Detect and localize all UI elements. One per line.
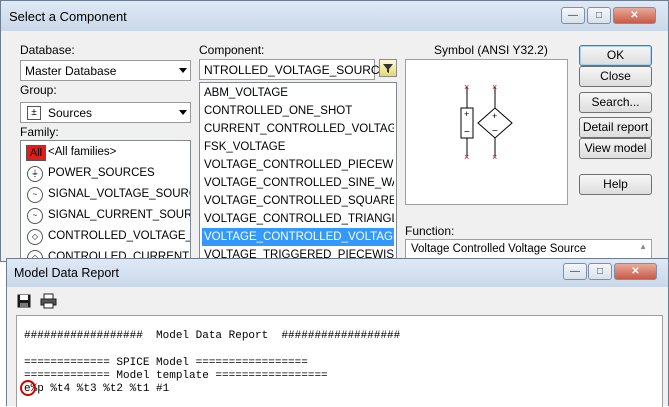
vcvs-symbol-icon: + − × × + − × × (460, 82, 513, 162)
family-item[interactable]: ~ SIGNAL_VOLTAGE_SOURCES (23, 185, 190, 206)
component-item[interactable]: VOLTAGE_CONTROLLED_PIECEWISE_LI (202, 156, 394, 174)
filter-icon (383, 64, 393, 73)
help-button[interactable]: Help (579, 174, 652, 195)
component-item[interactable]: FSK_VOLTAGE (202, 138, 394, 156)
family-item-label: CONTROLLED_VOLTAGE_SOU (48, 230, 190, 242)
svg-text:+: + (492, 111, 497, 121)
print-icon[interactable] (40, 293, 57, 309)
all-families-icon: All (26, 145, 46, 161)
select-component-window: Select a Component — □ ✕ Database: Maste… (0, 0, 669, 263)
database-label: Database: (20, 43, 75, 57)
component-item[interactable]: ABM_VOLTAGE (202, 84, 394, 102)
report-maximize-button[interactable]: □ (588, 263, 612, 280)
signal-voltage-icon: ~ (27, 187, 43, 203)
function-value: Voltage Controlled Voltage Source (411, 243, 587, 255)
report-minimize-button[interactable]: — (563, 263, 587, 280)
symbol-label: Symbol (ANSI Y32.2) (434, 43, 548, 57)
window-title: Select a Component (9, 9, 127, 24)
close-button[interactable]: Close (579, 66, 652, 87)
chevron-down-icon (179, 68, 187, 73)
family-item[interactable]: ~ SIGNAL_CURRENT_SOURCES (23, 206, 190, 227)
component-list[interactable]: ABM_VOLTAGE CONTROLLED_ONE_SHOT CURRENT_CO… (199, 82, 397, 263)
search-button[interactable]: Search... (579, 92, 652, 113)
component-item[interactable]: CONTROLLED_ONE_SHOT (202, 102, 394, 120)
report-close-button[interactable]: ✕ (614, 263, 657, 280)
chevron-down-icon (179, 110, 187, 115)
component-input[interactable]: NTROLLED_VOLTAGE_SOURCE (199, 59, 388, 80)
view-model-button[interactable]: View model (579, 138, 652, 159)
svg-text:−: − (492, 126, 498, 137)
group-label: Group: (20, 83, 57, 97)
highlight-circle (20, 380, 36, 396)
sources-group-icon: ± (27, 106, 41, 120)
component-item[interactable]: VOLTAGE_CONTROLLED_VOLTAGE_SOU (202, 228, 394, 246)
maximize-button[interactable]: □ (587, 7, 611, 24)
report-line: e%p %t4 %t3 %t2 %t1 #1 (24, 383, 170, 395)
save-icon[interactable] (17, 294, 31, 308)
svg-text:×: × (492, 152, 497, 162)
family-item-label: POWER_SOURCES (48, 167, 155, 179)
database-select[interactable]: Master Database (20, 60, 191, 81)
signal-current-icon: ~ (27, 208, 43, 224)
report-line: ################## Model Data Report ###… (24, 330, 401, 342)
database-value: Master Database (25, 64, 117, 78)
component-label: Component: (199, 43, 265, 57)
svg-text:+: + (464, 109, 469, 119)
group-select[interactable]: ± Sources (20, 102, 191, 123)
power-source-icon: ⏚ (27, 166, 43, 182)
minimize-button[interactable]: — (561, 7, 585, 24)
symbol-preview: + − × × + − × × (405, 59, 568, 205)
family-item[interactable]: ⏚ POWER_SOURCES (23, 164, 190, 185)
close-window-button[interactable]: ✕ (613, 7, 656, 24)
family-list[interactable]: All <All families> ⏚ POWER_SOURCES ~ SIGNAL_V… (20, 140, 191, 263)
family-item-label: SIGNAL_CURRENT_SOURCES (48, 209, 190, 221)
svg-text:×: × (492, 82, 497, 92)
component-item[interactable]: VOLTAGE_CONTROLLED_TRIANGLE_WA (202, 210, 394, 228)
family-item[interactable]: ◇ CONTROLLED_VOLTAGE_SOU (23, 227, 190, 248)
controlled-voltage-icon: ◇ (27, 229, 43, 245)
scroll-up-icon[interactable]: ▲ (639, 242, 647, 251)
group-value: Sources (48, 106, 93, 120)
family-item[interactable]: All <All families> (23, 143, 190, 164)
filter-button[interactable] (379, 59, 397, 77)
function-label: Function: (405, 224, 455, 238)
report-text-area[interactable]: ################## Model Data Report ###… (16, 315, 663, 407)
svg-text:×: × (464, 152, 469, 162)
component-item[interactable]: VOLTAGE_CONTROLLED_SINE_WAVE (202, 174, 394, 192)
svg-text:×: × (464, 82, 469, 92)
component-item[interactable]: CURRENT_CONTROLLED_VOLTAGE_SOU (202, 120, 394, 138)
component-value: NTROLLED_VOLTAGE_SOURCE (204, 63, 388, 77)
ok-button[interactable]: OK (579, 45, 652, 66)
family-item-label: SIGNAL_VOLTAGE_SOURCES (48, 188, 190, 200)
report-line: ============= SPICE Model ==============… (24, 357, 308, 369)
model-report-window: Model Data Report — □ ✕ ################… (6, 258, 669, 407)
family-item-label: <All families> (48, 146, 117, 158)
component-item[interactable]: VOLTAGE_CONTROLLED_SQUARE_WAV (202, 192, 394, 210)
svg-text:−: − (464, 127, 470, 138)
report-title: Model Data Report (14, 266, 119, 280)
family-label: Family: (20, 125, 59, 139)
report-line: ============= Model template ===========… (24, 370, 328, 382)
detail-report-button[interactable]: Detail report (579, 117, 652, 138)
